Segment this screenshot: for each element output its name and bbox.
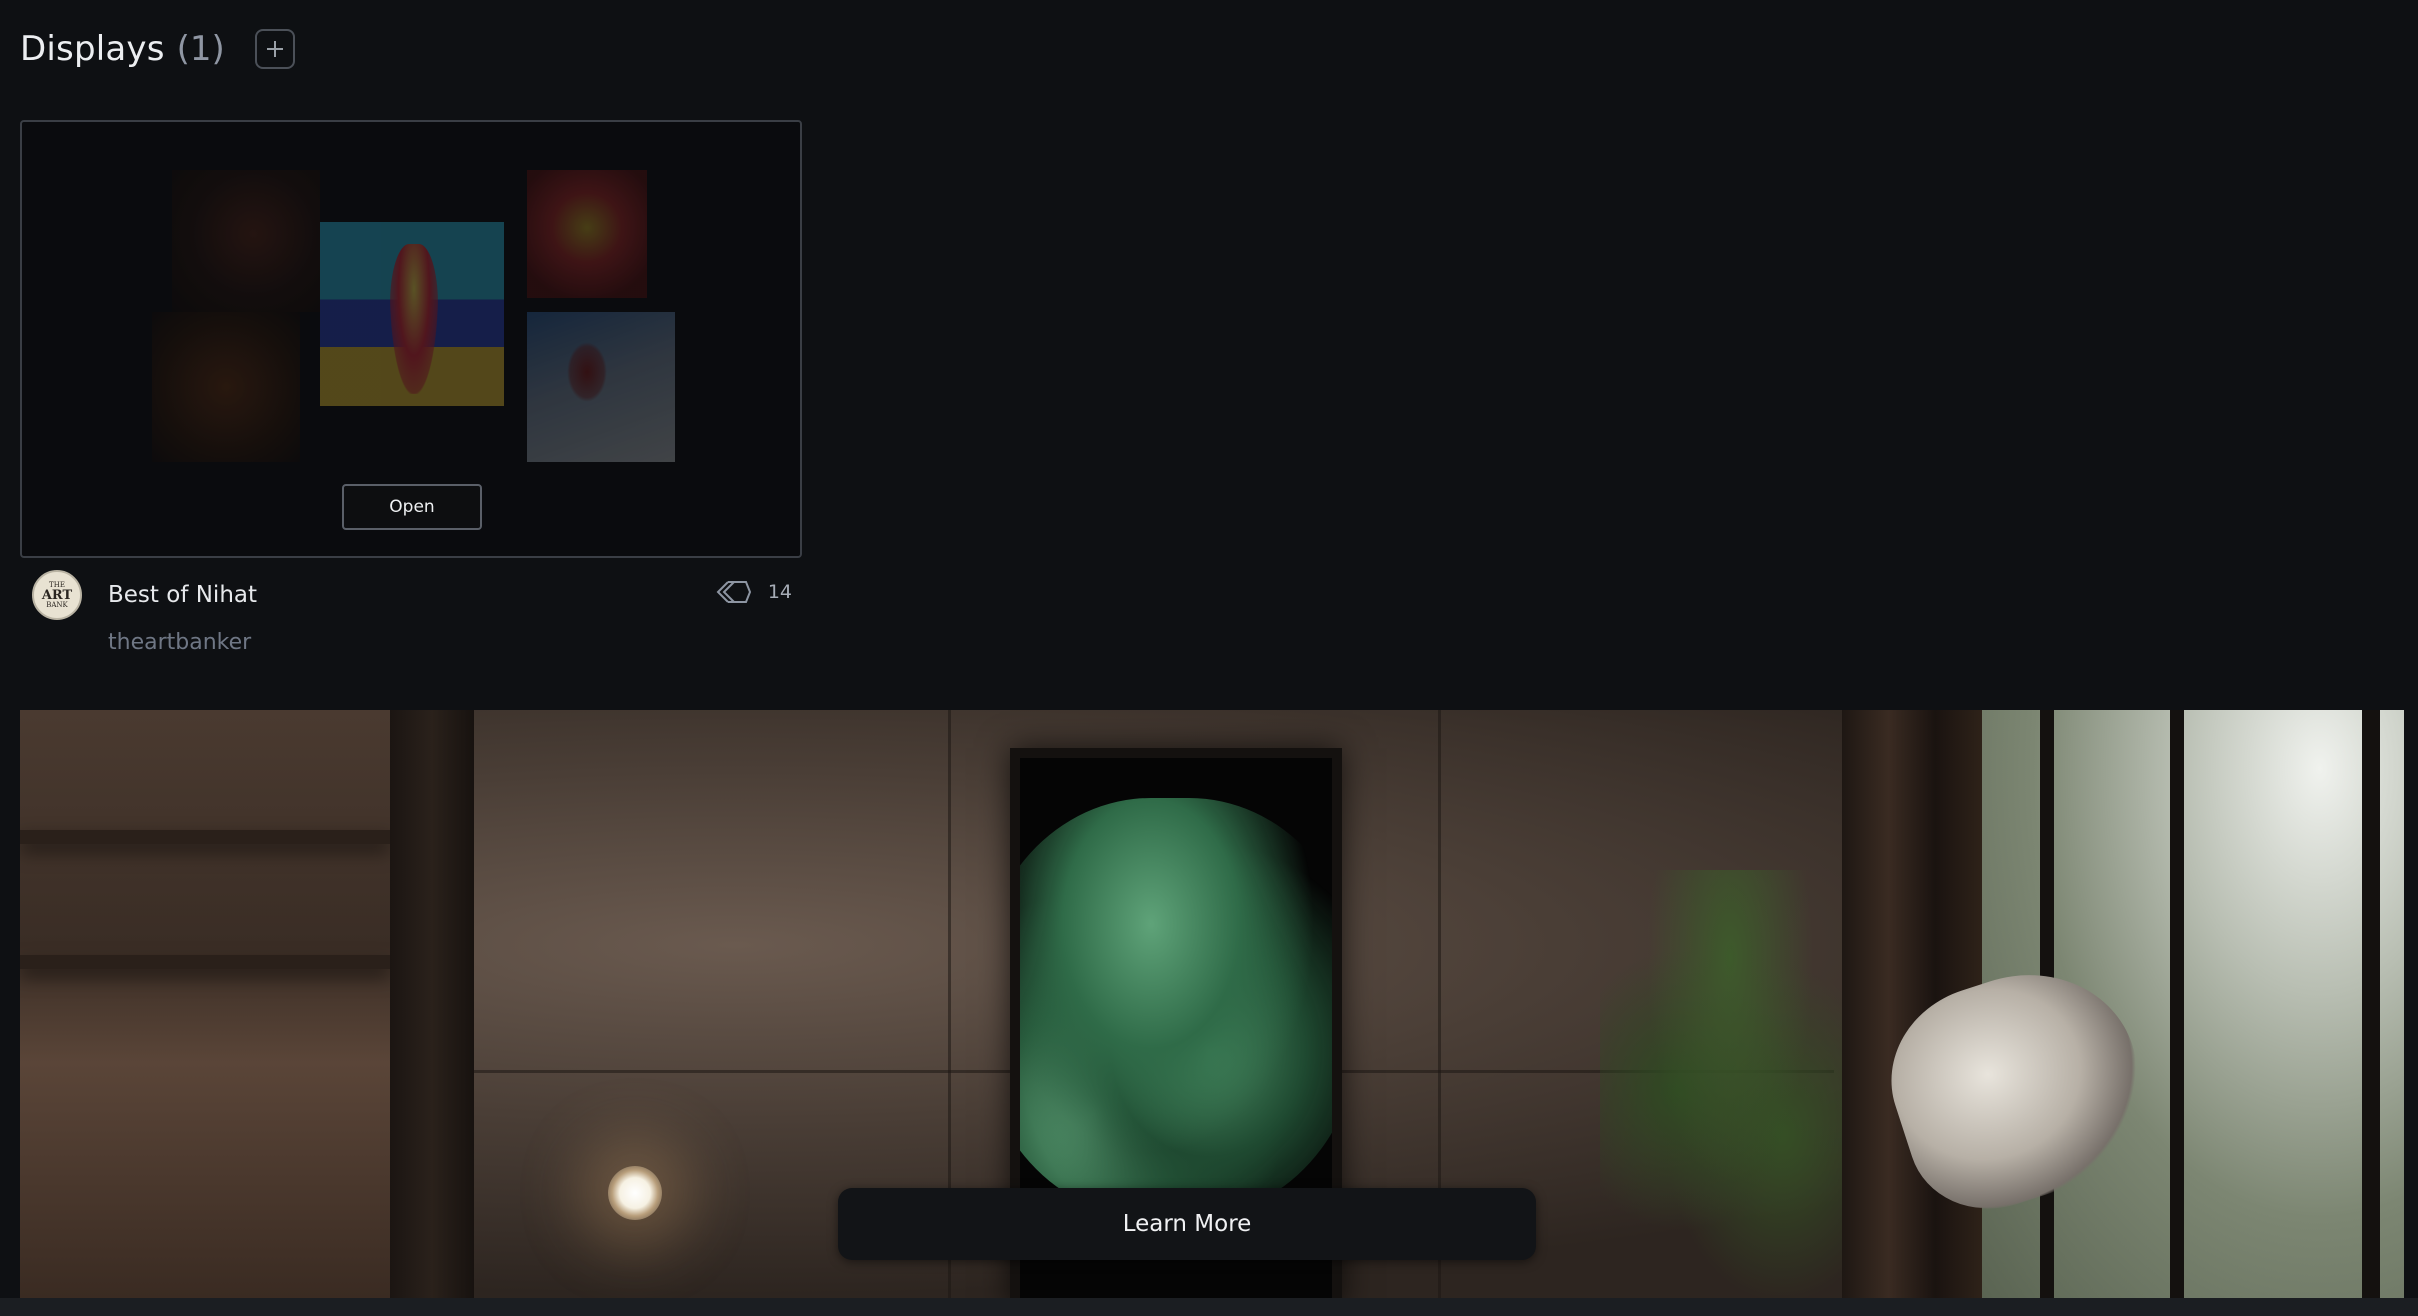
window-mullion [2170,710,2184,1298]
artwork-count-value: 14 [767,581,792,603]
display-card-preview[interactable]: Open [20,120,802,558]
owner-username-link[interactable]: theartbanker [108,630,251,655]
open-display-button[interactable]: Open [342,484,482,530]
window-mullion [2362,710,2380,1298]
avatar-logo-text: BANK [46,600,68,609]
add-display-button[interactable] [254,29,295,69]
page: Displays (1) Open THE ART BANK Best of N… [0,0,2418,1316]
shelf-area [20,710,390,1298]
stack-chevrons-icon [716,581,751,603]
plant [1600,870,1860,1298]
avatar-logo-text: ART [41,587,73,603]
page-title: Displays [20,29,165,69]
displays-count: (1) [176,29,225,69]
display-name[interactable]: Best of Nihat [108,582,257,608]
displays-header: Displays (1) [20,22,295,76]
learn-more-button[interactable]: Learn More [838,1188,1536,1260]
plus-icon [266,41,283,57]
promo-banner: Learn More [20,710,2404,1298]
shelf [20,955,390,969]
wooden-post [390,710,474,1298]
page-bottom-strip [0,1298,2418,1316]
shelf [20,830,390,844]
artwork-count: 14 [716,580,792,604]
wall-sconce [608,1166,662,1220]
owner-avatar[interactable]: THE ART BANK [32,570,82,620]
display-card-info: THE ART BANK Best of Nihat theartbanker … [20,566,802,676]
